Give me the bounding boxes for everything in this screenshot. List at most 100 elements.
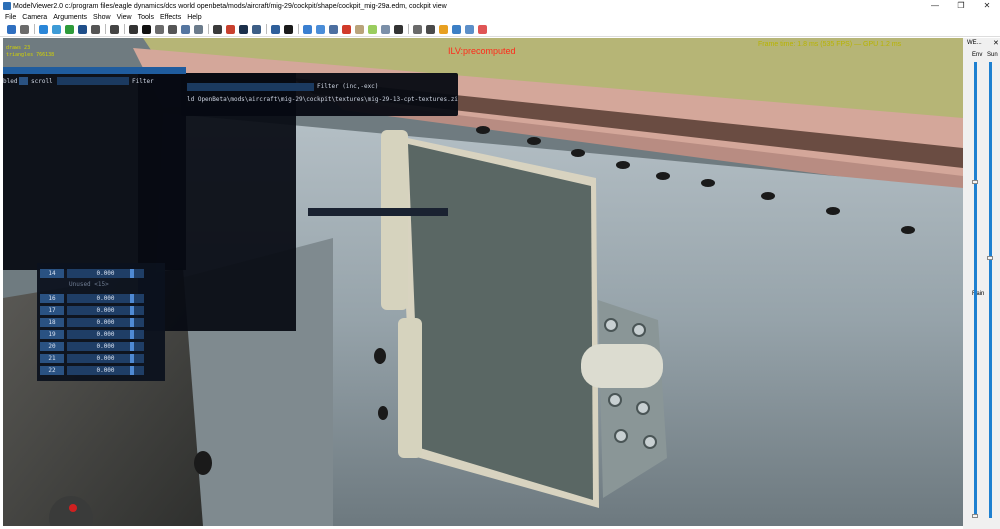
arg-slider[interactable]: 0.000 (67, 294, 144, 303)
toolbar-separator (208, 24, 209, 34)
arg-number: 22 (40, 366, 64, 375)
close-button[interactable]: ✕ (974, 0, 1000, 12)
menu-help[interactable]: Help (187, 14, 201, 21)
render-stats: draws 23 triangles 766138 (6, 45, 54, 59)
bone-icon[interactable] (168, 24, 177, 34)
skeleton-icon[interactable] (155, 24, 164, 34)
draws-stat: draws 23 (6, 45, 31, 51)
arg-row-19[interactable]: 19 0.000 (40, 330, 158, 339)
monitor-icon[interactable] (239, 24, 248, 34)
arg-row-18[interactable]: 18 0.000 (40, 318, 158, 327)
scroll-label: scroll (31, 78, 53, 85)
arg-slider[interactable]: 0.000 (67, 330, 144, 339)
rotate-icon[interactable] (91, 24, 100, 34)
arg-slider[interactable]: 0.000 (67, 366, 144, 375)
enabled-checkbox[interactable] (19, 77, 28, 85)
material-icon[interactable] (381, 24, 390, 34)
plane-icon[interactable] (426, 24, 435, 34)
rain-slider-thumb[interactable] (972, 514, 978, 518)
arg-slider[interactable]: 0.000 (67, 342, 144, 351)
flask-icon[interactable] (452, 24, 461, 34)
reset-icon[interactable] (78, 24, 87, 34)
slider-knob[interactable] (130, 306, 134, 315)
arg-slider[interactable]: 0.000 (67, 269, 144, 278)
globe-icon[interactable] (39, 24, 48, 34)
texture-filter-input[interactable] (187, 83, 314, 91)
arg-row-14[interactable]: 14 0.000 (40, 269, 158, 278)
crosshair-icon[interactable] (129, 24, 138, 34)
unused-section-label: Unused <15> (69, 281, 109, 288)
slider-knob[interactable] (130, 318, 134, 327)
box-icon[interactable] (355, 24, 364, 34)
refresh-icon[interactable] (52, 24, 61, 34)
maximize-button[interactable]: ❐ (948, 0, 974, 12)
green-light-icon[interactable] (368, 24, 377, 34)
texture-path: ld OpenBeta\mods\aircraft\mig-29\cockpit… (187, 96, 458, 103)
menu-show[interactable]: Show (93, 14, 111, 21)
arguments-filter-input[interactable] (57, 77, 129, 85)
save-icon[interactable] (7, 24, 16, 34)
toolbar-separator (266, 24, 267, 34)
open-icon[interactable] (20, 24, 29, 34)
minimize-button[interactable]: — (922, 0, 948, 12)
film-icon[interactable] (213, 24, 222, 34)
cursor-icon[interactable] (394, 24, 403, 34)
list-icon[interactable] (465, 24, 474, 34)
triangles-stat: triangles 766138 (6, 52, 55, 58)
panel-scrollbar[interactable] (308, 208, 448, 216)
window-title: ModelViewer2.0 c:/program files/eagle dy… (13, 2, 447, 10)
arg-slider[interactable]: 0.000 (67, 318, 144, 327)
sun-slider-thumb[interactable] (987, 256, 993, 261)
arg-row-21[interactable]: 21 0.000 (40, 354, 158, 363)
3d-viewport[interactable]: ILV:precomputed Frame time: 1.8 ms (535 … (3, 38, 963, 526)
sun-label: Sun (987, 52, 998, 58)
ship-icon[interactable] (413, 24, 422, 34)
env-slider-track[interactable] (974, 62, 977, 518)
arguments-filter-label: Filter (132, 78, 154, 85)
sphere-icon[interactable] (316, 24, 325, 34)
arguments-panel: bled scroll Filter (3, 67, 186, 270)
menu-camera[interactable]: Camera (22, 14, 47, 21)
bar-chart-icon[interactable] (303, 24, 312, 34)
slider-knob[interactable] (130, 342, 134, 351)
stack-icon[interactable] (252, 24, 261, 34)
arg-row-16[interactable]: 16 0.000 (40, 294, 158, 303)
slider-knob[interactable] (130, 330, 134, 339)
stop-icon[interactable] (478, 24, 487, 34)
arg-value: 0.000 (96, 319, 115, 326)
slider-knob[interactable] (130, 354, 134, 363)
arrow-icon[interactable] (181, 24, 190, 34)
arg-number: 16 (40, 294, 64, 303)
arg-row-20[interactable]: 20 0.000 (40, 342, 158, 351)
bug-icon[interactable] (110, 24, 119, 34)
sun-icon[interactable] (439, 24, 448, 34)
arg-slider[interactable]: 0.000 (67, 354, 144, 363)
slider-knob[interactable] (130, 294, 134, 303)
black-square-icon[interactable] (142, 24, 151, 34)
arg-number: 17 (40, 306, 64, 315)
arg-number: 19 (40, 330, 64, 339)
arg-row-17[interactable]: 17 0.000 (40, 306, 158, 315)
menu-tools[interactable]: Tools (138, 14, 154, 21)
menu-effects[interactable]: Effects (160, 14, 181, 21)
arg-row-22[interactable]: 22 0.000 (40, 366, 158, 375)
arguments-toolbar: bled scroll Filter (3, 77, 186, 87)
cube-icon[interactable] (329, 24, 338, 34)
weather-panel-close-button[interactable]: ✕ (993, 39, 999, 47)
slider-knob[interactable] (130, 269, 134, 278)
menu-view[interactable]: View (117, 14, 132, 21)
menu-bar: File Camera Arguments Show View Tools Ef… (0, 12, 1000, 22)
slider-knob[interactable] (130, 366, 134, 375)
menu-file[interactable]: File (5, 14, 16, 21)
arg-value: 0.000 (96, 270, 115, 277)
speaker-icon[interactable] (194, 24, 203, 34)
arg-slider[interactable]: 0.000 (67, 306, 144, 315)
red-cube-icon[interactable] (342, 24, 351, 34)
sun-slider-track[interactable] (989, 62, 992, 518)
black-circle-icon[interactable] (284, 24, 293, 34)
reload-green-icon[interactable] (65, 24, 74, 34)
palette-icon[interactable] (226, 24, 235, 34)
env-slider-thumb[interactable] (972, 179, 978, 184)
menu-arguments[interactable]: Arguments (53, 14, 87, 21)
redo-icon[interactable] (271, 24, 280, 34)
